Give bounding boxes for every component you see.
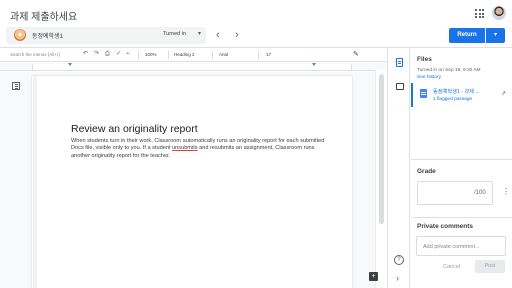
grade-heading: Grade [417,168,436,175]
ruler-band [32,64,352,70]
document-page[interactable] [32,76,352,288]
avatar[interactable] [492,6,506,20]
zoom-select[interactable]: 100% [145,52,157,57]
student-name: 동정예학생1 [32,34,63,40]
undo-icon[interactable]: ↶ [83,50,88,59]
grade-denominator: /100 [474,190,486,196]
file-card[interactable]: 동정예학생1 - 과제 ... 1 flagged passage ↗ [411,83,512,107]
document-body: When students turn in their work, Classr… [71,138,333,160]
student-bar: 동정예학생1 Turned in ▾ ‹ › [0,26,512,46]
chevron-left-icon[interactable]: ‹ [216,28,220,42]
return-button[interactable]: Return [449,28,485,43]
comment-icon[interactable] [396,83,404,90]
private-comments-heading: Private comments [417,223,473,230]
apps-grid-icon[interactable] [475,9,484,18]
file-name[interactable]: 동정예학생1 - 과제 ... [433,88,480,95]
cancel-button[interactable]: Cancel [443,264,460,270]
spellcheck-icon[interactable]: ✓ [116,50,121,59]
open-in-new-icon[interactable]: ↗ [501,90,506,97]
submission-status: Turned in [163,31,187,37]
grading-panel: Files Turned in on Sep 19, 9:30 AM See h… [411,48,512,288]
student-avatar [14,29,26,41]
post-button[interactable]: Post [475,260,505,273]
chevron-right-icon[interactable]: › [235,28,239,42]
return-dropdown-button[interactable]: ▾ [486,28,505,43]
top-bar: 과제 제출하세요 [0,0,512,26]
scrollbar-thumb[interactable] [379,74,384,224]
divider [411,217,512,218]
doc-file-icon [420,89,427,98]
flagged-word[interactable]: unsubmits [172,145,198,151]
outline-icon[interactable] [12,82,20,90]
vertical-ruler [33,76,37,288]
private-comment-input[interactable]: Add private comment... [416,236,506,256]
docs-toolbar: Search the menus (Alt+/) ↶ ↷ ⎙ ✓ ⌁ 100% … [0,48,386,62]
edit-mode-icon[interactable]: ✎ [353,50,359,58]
divider [411,159,512,160]
flagged-passage-link[interactable]: 1 flagged passage [433,97,472,102]
paint-format-icon[interactable]: ⌁ [126,50,130,59]
assignment-title: 과제 제출하세요 [10,12,78,23]
scrollbar[interactable] [375,70,386,288]
right-indent-marker[interactable] [312,63,316,66]
expand-icon[interactable]: › [396,273,399,283]
divider [258,51,259,59]
divider [138,51,139,59]
more-vert-icon[interactable]: ⋮ [502,188,510,196]
document-heading: Review an originality report [71,123,198,135]
font-select[interactable]: Arial [219,52,228,57]
turned-in-timestamp: Turned in on Sep 19, 9:30 AM [417,68,481,73]
left-indent-marker[interactable] [68,63,72,66]
search-menus-input[interactable]: Search the menus (Alt+/) [10,52,60,57]
grade-input[interactable]: /100 [417,181,493,205]
add-comment-icon[interactable]: + [369,272,378,281]
horizontal-ruler [0,63,386,71]
student-selector[interactable]: 동정예학생1 Turned in ▾ [6,27,206,44]
redo-icon[interactable]: ↷ [94,50,99,59]
side-icon-column: ? › [387,48,410,288]
chevron-down-icon: ▾ [198,31,202,37]
font-size-select[interactable]: 17 [266,52,271,57]
help-icon[interactable]: ? [394,255,404,265]
files-heading: Files [417,56,432,63]
see-history-link[interactable]: See history [417,75,441,80]
style-select[interactable]: Heading 2 [174,52,195,57]
files-icon[interactable] [396,58,403,67]
print-icon[interactable]: ⎙ [105,50,110,59]
divider [212,51,213,59]
divider [168,51,169,59]
